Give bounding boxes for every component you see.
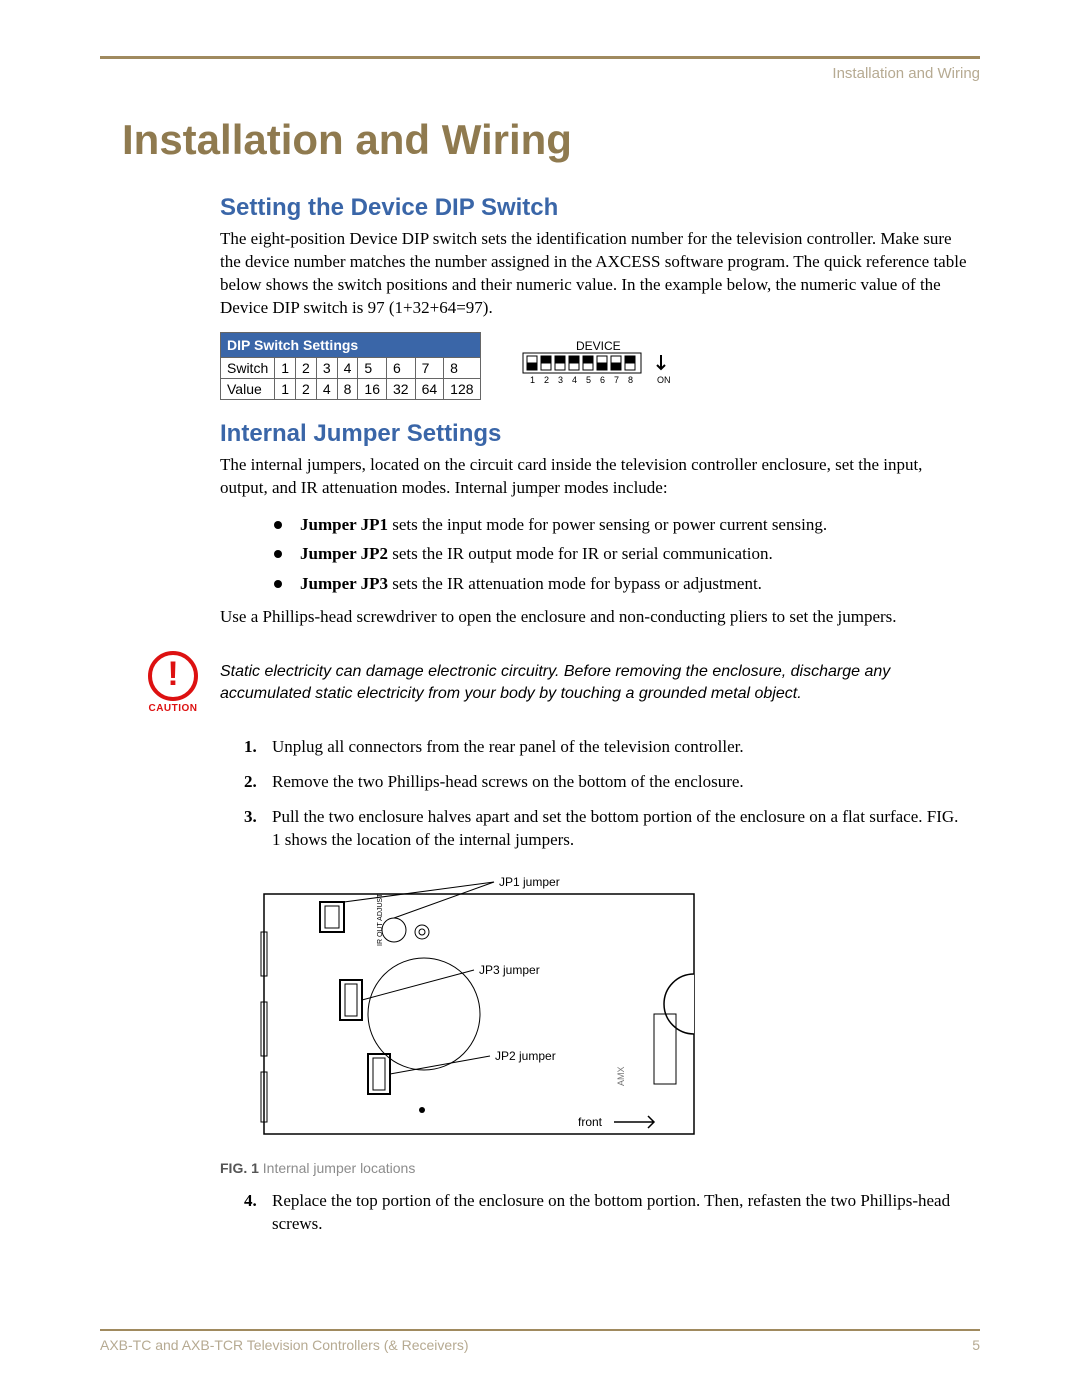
svg-text:4: 4 [572,375,577,385]
section-heading-jumper: Internal Jumper Settings [220,420,970,448]
dip-switch-diagram: DEVICE 1 2 [521,341,681,390]
dip-table-value-row: Value 1 2 4 8 16 32 64 128 [221,378,481,399]
svg-text:1: 1 [530,375,535,385]
svg-text:ON: ON [657,375,671,385]
steps-list-2: Replace the top portion of the enclosure… [220,1190,970,1236]
section2-intro: The internal jumpers, located on the cir… [220,454,970,500]
section1-para: The eight-position Device DIP switch set… [220,228,970,320]
exclamation-icon: ! [148,651,198,701]
jp2-label: JP2 jumper [495,1049,556,1063]
page-title: Installation and Wiring [122,116,980,164]
svg-text:5: 5 [586,375,591,385]
svg-text:IR OUT ADJUST: IR OUT ADJUST [377,893,384,946]
dip-switch-table: DIP Switch Settings Switch 1 2 3 4 5 6 7… [220,332,481,400]
page-footer: AXB-TC and AXB-TCR Television Controller… [100,1329,980,1353]
top-rule [100,56,980,59]
footer-rule [100,1329,980,1331]
svg-text:8: 8 [628,375,633,385]
bullet-jp1: Jumper JP1 sets the input mode for power… [274,512,970,538]
jumper-bullet-list: Jumper JP1 sets the input mode for power… [220,512,970,597]
footer-doc-title: AXB-TC and AXB-TCR Television Controller… [100,1337,469,1353]
step-1: Unplug all connectors from the rear pane… [244,736,970,759]
caution-block: ! CAUTION Static electricity can damage … [146,651,970,714]
figure-1: IR OUT ADJUST AMX JP1 jumper [244,864,970,1154]
bullet-jp3: Jumper JP3 sets the IR attenuation mode … [274,571,970,597]
after-bullets: Use a Phillips-head screwdriver to open … [220,606,970,629]
svg-text:3: 3 [558,375,563,385]
caution-text: Static electricity can damage electronic… [220,661,970,704]
svg-text:2: 2 [544,375,549,385]
running-head: Installation and Wiring [100,65,980,82]
section-heading-dip: Setting the Device DIP Switch [220,194,970,222]
svg-text:7: 7 [614,375,619,385]
bullet-jp2: Jumper JP2 sets the IR output mode for I… [274,541,970,567]
footer-page-number: 5 [972,1337,980,1353]
step-3: Pull the two enclosure halves apart and … [244,806,970,852]
dip-table-switch-row: Switch 1 2 3 4 5 6 7 8 [221,357,481,378]
caution-label: CAUTION [146,703,200,714]
front-label: front [578,1115,603,1129]
step-4: Replace the top portion of the enclosure… [244,1190,970,1236]
caution-icon: ! CAUTION [146,651,200,714]
svg-text:AMX: AMX [616,1066,626,1086]
step-2: Remove the two Phillips-head screws on t… [244,771,970,794]
svg-text:6: 6 [600,375,605,385]
dip-table-title: DIP Switch Settings [221,332,481,357]
jp3-label: JP3 jumper [479,963,540,977]
jp1-label: JP1 jumper [499,875,560,889]
steps-list-1: Unplug all connectors from the rear pane… [220,736,970,852]
figure-caption: FIG. 1 Internal jumper locations [220,1160,970,1176]
dip-device-label: DEVICE [576,341,621,353]
